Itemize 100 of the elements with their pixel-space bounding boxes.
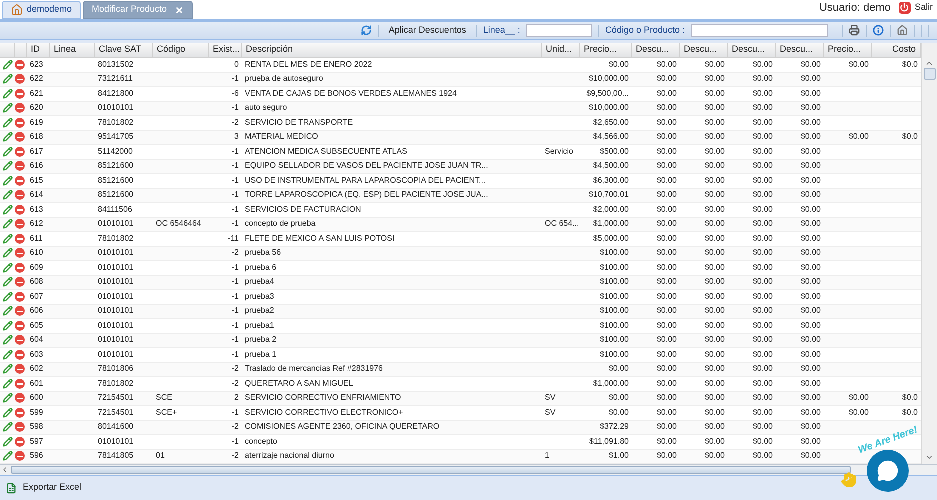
descuento-cell: $0.00 — [800, 204, 821, 216]
horizontal-scrollbar[interactable] — [0, 464, 937, 475]
edit-icon[interactable] — [2, 277, 12, 288]
delete-icon[interactable] — [15, 350, 25, 360]
tab[interactable]: demodemo — [2, 1, 82, 19]
vertical-scrollbar[interactable] — [921, 43, 937, 464]
scroll-left-icon[interactable] — [1, 466, 9, 474]
product-field[interactable] — [691, 24, 828, 37]
edit-icon[interactable] — [2, 103, 12, 114]
edit-icon[interactable] — [2, 451, 12, 462]
edit-icon[interactable] — [2, 74, 12, 84]
column-header[interactable]: Linea — [54, 43, 76, 57]
descuento-cell: $0.00 — [704, 450, 725, 462]
delete-icon[interactable] — [15, 364, 25, 374]
delete-icon[interactable] — [15, 306, 25, 316]
descuento-cell: $0.00 — [656, 290, 677, 303]
delete-icon[interactable] — [15, 190, 25, 200]
delete-icon[interactable] — [15, 292, 25, 302]
descripcion-cell: VENTA DE CAJAS DE BONOS VERDES ALEMANES 1924 — [245, 88, 457, 100]
delete-icon[interactable] — [15, 161, 25, 172]
column-header[interactable]: Precio... — [584, 43, 618, 57]
edit-icon[interactable] — [2, 132, 12, 142]
delete-icon[interactable] — [15, 60, 25, 70]
delete-icon[interactable] — [15, 408, 25, 418]
delete-icon[interactable] — [15, 103, 25, 114]
edit-icon[interactable] — [2, 190, 12, 200]
column-header[interactable]: Descripción — [246, 43, 294, 57]
edit-icon[interactable] — [2, 320, 12, 331]
edit-icon[interactable] — [2, 219, 12, 230]
info-icon[interactable] — [873, 25, 884, 36]
delete-icon[interactable] — [15, 88, 25, 99]
edit-icon[interactable] — [2, 422, 12, 432]
export-excel-button[interactable]: Exportar Excel — [6, 481, 82, 495]
delete-icon[interactable] — [15, 422, 25, 432]
edit-icon[interactable] — [2, 88, 12, 99]
scroll-thumb[interactable] — [924, 68, 936, 80]
column-header[interactable]: Clave SAT — [99, 43, 142, 57]
delete-icon[interactable] — [15, 393, 25, 404]
id-cell: 610 — [30, 247, 44, 260]
delete-icon[interactable] — [15, 176, 25, 186]
home-icon[interactable] — [897, 25, 908, 36]
edit-icon[interactable] — [2, 408, 12, 418]
edit-icon[interactable] — [2, 393, 12, 404]
descuento-cell: $0.00 — [800, 116, 821, 129]
descuento-cell: $0.00 — [704, 247, 725, 260]
delete-icon[interactable] — [15, 277, 25, 288]
edit-icon[interactable] — [2, 350, 12, 360]
edit-icon[interactable] — [2, 204, 12, 215]
column-header[interactable]: Código — [157, 43, 186, 57]
delete-icon[interactable] — [15, 248, 25, 258]
edit-icon[interactable] — [2, 436, 12, 447]
delete-icon[interactable] — [15, 234, 25, 244]
edit-icon[interactable] — [2, 60, 12, 70]
edit-icon[interactable] — [2, 248, 12, 258]
column-header[interactable]: Descu... — [732, 43, 766, 57]
delete-icon[interactable] — [15, 335, 25, 346]
edit-icon[interactable] — [2, 335, 12, 346]
printer-icon[interactable] — [849, 25, 860, 36]
edit-icon[interactable] — [2, 262, 12, 273]
edit-icon[interactable] — [2, 234, 12, 244]
column-header[interactable]: Descu... — [684, 43, 718, 57]
delete-icon[interactable] — [15, 262, 25, 273]
edit-icon[interactable] — [2, 378, 12, 389]
linea-field[interactable] — [526, 24, 592, 37]
edit-icon[interactable] — [2, 292, 12, 302]
delete-icon[interactable] — [15, 118, 25, 128]
logout-button[interactable]: Salir — [898, 1, 933, 14]
refresh-icon[interactable] — [360, 25, 372, 36]
column-header[interactable]: Precio... — [828, 43, 862, 57]
edit-icon[interactable] — [2, 118, 12, 128]
scroll-up-icon[interactable] — [925, 59, 934, 68]
edit-icon[interactable] — [2, 161, 12, 172]
delete-icon[interactable] — [15, 74, 25, 84]
close-icon[interactable] — [175, 6, 184, 14]
scroll-down-icon[interactable] — [925, 453, 934, 462]
clave-sat-cell: 72154501 — [98, 392, 134, 404]
delete-icon[interactable] — [15, 132, 25, 142]
delete-icon[interactable] — [15, 204, 25, 215]
edit-icon[interactable] — [2, 146, 12, 157]
column-header[interactable]: Unid... — [546, 43, 572, 57]
column-header[interactable]: Descu... — [780, 43, 814, 57]
edit-icon[interactable] — [2, 176, 12, 186]
apply-discounts-button[interactable]: Aplicar Descuentos — [384, 24, 470, 38]
edit-icon[interactable] — [2, 306, 12, 316]
id-cell: 608 — [30, 276, 44, 288]
existencia-cell: -2 — [232, 450, 239, 462]
delete-icon[interactable] — [15, 219, 25, 230]
edit-icon[interactable] — [2, 364, 12, 374]
delete-icon[interactable] — [15, 146, 25, 157]
descripcion-cell: prueba4 — [245, 276, 274, 288]
delete-icon[interactable] — [15, 320, 25, 331]
delete-icon[interactable] — [15, 451, 25, 462]
delete-icon[interactable] — [15, 378, 25, 389]
descuento-cell: $0.00 — [656, 406, 677, 419]
column-header[interactable]: ID — [31, 43, 40, 57]
descripcion-cell: prueba1 — [245, 320, 274, 332]
delete-icon[interactable] — [15, 436, 25, 447]
column-header[interactable]: Exist... — [213, 43, 240, 57]
column-header[interactable]: Costo — [876, 43, 916, 57]
column-header[interactable]: Descu... — [636, 43, 670, 57]
